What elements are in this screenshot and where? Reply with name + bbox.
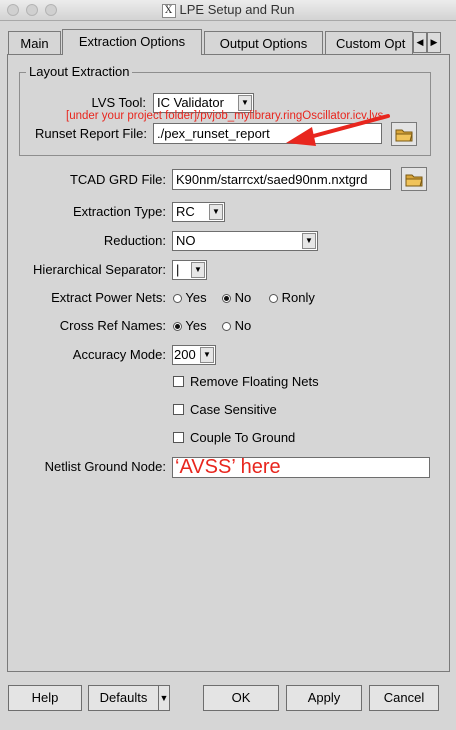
hier-separator-select[interactable]: | ▼ [172, 260, 207, 280]
tab-output-options-label: Output Options [219, 36, 308, 51]
folder-icon [405, 174, 423, 187]
accuracy-mode-label: Accuracy Mode: [72, 347, 166, 362]
tcad-grd-value: K90nm/starrcxt/saed90nm.nxtgrd [176, 172, 368, 187]
cross-ref-no[interactable]: No [222, 318, 251, 333]
case-sensitive-label: Case Sensitive [190, 402, 277, 417]
reduction-label: Reduction: [103, 233, 166, 248]
tcad-grd-label: TCAD GRD File: [69, 172, 166, 187]
ground-annotation: ‘AVSS’ here [175, 456, 281, 478]
chevron-down-icon: ▼ [159, 693, 169, 703]
x11-icon: X [161, 3, 176, 18]
power-nets-no[interactable]: No [222, 290, 251, 305]
netlist-ground-label: Netlist Ground Node: [44, 459, 166, 474]
radio-button-selected[interactable] [222, 294, 231, 304]
tab-output-options[interactable]: Output Options [204, 31, 323, 54]
cancel-button[interactable]: Cancel [369, 685, 439, 711]
chevron-down-icon: ▼ [200, 347, 214, 363]
extraction-type-select[interactable]: RC ▼ [172, 202, 225, 222]
window-title-container: X LPE Setup and Run [0, 2, 456, 18]
power-nets-yes[interactable]: Yes [173, 290, 207, 305]
hier-separator-value: | [176, 262, 180, 277]
reduction-value: NO [176, 233, 196, 248]
tab-scroll-left-button[interactable]: ◀ [413, 32, 427, 53]
reduction-select[interactable]: NO ▼ [172, 231, 318, 251]
remove-floating-checkbox[interactable] [173, 376, 184, 387]
chevron-left-icon: ◀ [416, 37, 424, 47]
tab-extraction-options-label: Extraction Options [78, 34, 186, 49]
ok-button-label: OK [231, 690, 251, 705]
defaults-button[interactable]: Defaults [88, 685, 158, 711]
power-nets-yes-label: Yes [185, 290, 207, 305]
annotation-arrow [286, 114, 390, 146]
tab-main-label: Main [20, 36, 49, 51]
layout-extraction-title: Layout Extraction [26, 64, 133, 79]
help-button[interactable]: Help [8, 685, 82, 711]
runset-browse-button[interactable] [391, 122, 417, 146]
couple-ground-label: Couple To Ground [190, 430, 296, 445]
accuracy-mode-select[interactable]: 200 ▼ [172, 345, 216, 365]
cross-ref-yes[interactable]: Yes [173, 318, 207, 333]
apply-button[interactable]: Apply [286, 685, 362, 711]
power-nets-ronly-label: Ronly [281, 290, 315, 305]
chevron-down-icon: ▼ [238, 95, 252, 111]
chevron-right-icon: ▶ [430, 37, 438, 47]
extraction-type-value: RC [176, 204, 195, 219]
apply-button-label: Apply [307, 690, 341, 705]
tab-custom-options-label: Custom Opt [336, 36, 406, 51]
defaults-button-label: Defaults [99, 690, 148, 705]
chevron-down-icon: ▼ [209, 204, 223, 220]
couple-ground-checkbox[interactable] [173, 432, 184, 443]
defaults-menu-button[interactable]: ▼ [158, 685, 170, 711]
chevron-down-icon: ▼ [191, 262, 205, 278]
runset-report-label: Runset Report File: [35, 126, 147, 141]
cross-ref-label: Cross Ref Names: [59, 318, 166, 333]
radio-button[interactable] [222, 322, 231, 332]
tcad-grd-field[interactable]: K90nm/starrcxt/saed90nm.nxtgrd [172, 169, 391, 190]
tab-extraction-options[interactable]: Extraction Options [62, 29, 202, 55]
cancel-button-label: Cancel [383, 690, 425, 705]
radio-button-selected[interactable] [173, 322, 182, 332]
power-nets-label: Extract Power Nets: [51, 290, 166, 305]
window-title: LPE Setup and Run [179, 2, 295, 17]
power-nets-ronly[interactable]: Ronly [269, 290, 315, 305]
hier-separator-label: Hierarchical Separator: [33, 262, 166, 277]
chevron-down-icon: ▼ [302, 233, 316, 249]
folder-icon [395, 129, 413, 142]
lvs-tool-value: IC Validator [157, 95, 224, 110]
extraction-type-label: Extraction Type: [73, 204, 166, 219]
lvs-tool-label: LVS Tool: [91, 95, 146, 110]
radio-button[interactable] [173, 294, 182, 304]
ok-button[interactable]: OK [203, 685, 279, 711]
cross-ref-yes-label: Yes [185, 318, 207, 333]
accuracy-mode-value: 200 [174, 347, 196, 362]
tab-main[interactable]: Main [8, 31, 61, 54]
tab-custom-options[interactable]: Custom Opt [325, 31, 413, 54]
radio-button[interactable] [269, 294, 278, 304]
tcad-browse-button[interactable] [401, 167, 427, 191]
case-sensitive-checkbox[interactable] [173, 404, 184, 415]
remove-floating-label: Remove Floating Nets [190, 374, 319, 389]
tab-scroll-right-button[interactable]: ▶ [427, 32, 441, 53]
title-bar: X LPE Setup and Run [0, 0, 456, 21]
help-button-label: Help [31, 690, 59, 705]
cross-ref-no-label: No [234, 318, 252, 333]
runset-report-value: ./pex_runset_report [157, 126, 270, 141]
power-nets-no-label: No [234, 290, 252, 305]
